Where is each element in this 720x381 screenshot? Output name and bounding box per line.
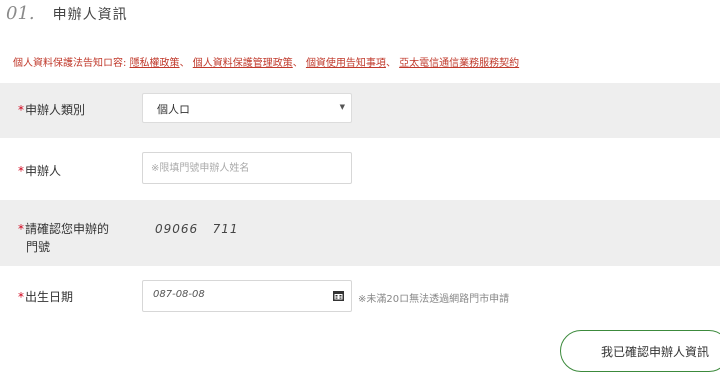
section-title: 申辦人資訊 (52, 7, 128, 23)
phone-label-line2: 門號 (26, 240, 51, 254)
required-mark: * (18, 103, 24, 117)
row-birthdate: *出生日期 087-08-08 ※未滿20ロ無法透過網路門市申請 (0, 266, 720, 328)
notice-separator: 、 (385, 58, 396, 69)
applicant-type-select[interactable]: 個人ロ ▼ (142, 93, 352, 123)
row-phone: *請確認您申辦的 門號 09066 711 (0, 200, 720, 266)
calendar-icon[interactable] (333, 291, 344, 301)
link-personal-data-management-policy[interactable]: 個人資料保護管理政策 (193, 58, 293, 69)
link-service-contract[interactable]: 亞太電信通信業務服務契約 (399, 58, 519, 69)
notice-separator: 、 (292, 58, 303, 69)
applicant-label-text: 申辦人 (25, 164, 62, 178)
birthdate-label-text: 出生日期 (25, 290, 74, 304)
required-mark: * (18, 290, 24, 304)
birthdate-label: *出生日期 (18, 288, 73, 306)
privacy-notice: 個人資料保護法告知ロ容: 隱私權政策、 個人資料保護管理政策、 個資使用告知事項… (13, 54, 519, 69)
birthdate-age-note: ※未滿20ロ無法透過網路門市申請 (358, 294, 510, 305)
chevron-down-icon: ▼ (339, 103, 345, 111)
section-number: 01. (6, 3, 35, 24)
row-applicant-type: *申辦人類別 個人ロ ▼ (0, 83, 720, 138)
applicant-name-input[interactable] (142, 152, 352, 184)
privacy-notice-prefix: 個人資料保護法告知ロ容: (13, 58, 127, 69)
applicant-type-label: *申辦人類別 (18, 101, 85, 119)
section-header: 01. 申辦人資訊 (6, 3, 128, 33)
required-mark: * (18, 222, 24, 236)
required-mark: * (18, 164, 24, 178)
applicant-label: *申辦人 (18, 162, 61, 180)
phone-label-line1: 請確認您申辦的 (25, 222, 110, 236)
notice-separator: 、 (179, 58, 190, 69)
phone-label: *請確認您申辦的 門號 (18, 220, 109, 256)
phone-number-value: 09066 711 (155, 222, 239, 236)
applicant-type-label-text: 申辦人類別 (25, 103, 86, 117)
birthdate-value: 087-08-08 (153, 289, 205, 300)
applicant-type-selected-value: 個人ロ (157, 103, 190, 116)
confirm-applicant-button[interactable]: 我已確認申辦人資訊 (560, 330, 720, 372)
page: 01. 申辦人資訊 個人資料保護法告知ロ容: 隱私權政策、 個人資料保護管理政策… (0, 0, 720, 381)
birthdate-input[interactable]: 087-08-08 (142, 280, 352, 312)
row-applicant: *申辦人 (0, 138, 720, 200)
link-personal-data-usage-notice[interactable]: 個資使用告知事項 (306, 58, 386, 69)
link-privacy-policy[interactable]: 隱私權政策 (130, 58, 180, 69)
